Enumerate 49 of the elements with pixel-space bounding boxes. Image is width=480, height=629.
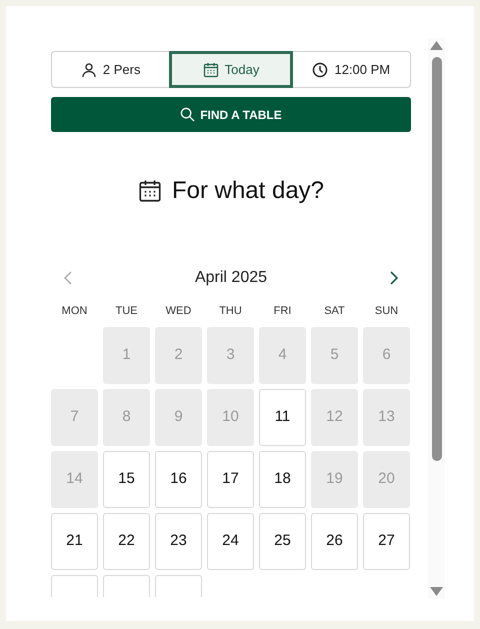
day-cell: 7 bbox=[51, 388, 98, 446]
day-cell: 9 bbox=[155, 388, 202, 446]
calendar-icon bbox=[202, 62, 219, 78]
day-cell[interactable]: 18 bbox=[259, 450, 306, 508]
day-cell: 12 bbox=[311, 388, 358, 446]
month-title: April 2025 bbox=[194, 268, 268, 288]
day-cell[interactable]: 17 bbox=[207, 450, 254, 508]
day-cell[interactable]: 25 bbox=[259, 512, 306, 570]
selector-tab[interactable]: Today bbox=[169, 51, 293, 88]
day-cell: 14 bbox=[51, 450, 98, 508]
scrollbar-thumb[interactable] bbox=[432, 57, 442, 461]
day-cell: 13 bbox=[363, 388, 410, 446]
calendar-icon bbox=[138, 179, 162, 203]
day-cell: 6 bbox=[363, 326, 410, 384]
person-icon bbox=[80, 62, 97, 78]
selector-tab[interactable]: 12:00 PM bbox=[292, 52, 410, 87]
day-cell: 10 bbox=[207, 388, 254, 446]
weekday-label: TUE bbox=[114, 304, 138, 319]
weekday-label: WED bbox=[164, 304, 192, 319]
weekday-label: MON bbox=[60, 304, 88, 319]
clock-icon bbox=[312, 62, 328, 78]
day-cell: 3 bbox=[207, 326, 254, 384]
day-cell[interactable]: 23 bbox=[155, 512, 202, 570]
day-cell[interactable]: 26 bbox=[311, 512, 358, 570]
day-cell[interactable]: 15 bbox=[103, 450, 150, 508]
search-icon bbox=[180, 107, 196, 122]
day-cell[interactable]: 22 bbox=[103, 512, 150, 570]
day-cell[interactable]: 21 bbox=[51, 512, 98, 570]
weekday-label: FRI bbox=[272, 304, 292, 319]
selector-tab[interactable]: 2 Pers bbox=[52, 52, 170, 87]
day-cell: 20 bbox=[363, 450, 410, 508]
day-cell[interactable]: 24 bbox=[207, 512, 254, 570]
heading: For what day? bbox=[172, 176, 324, 206]
day-cell: 5 bbox=[311, 326, 358, 384]
scroll-down-icon[interactable] bbox=[430, 587, 443, 596]
day-cell: 4 bbox=[259, 326, 306, 384]
day-cell[interactable]: 11 bbox=[259, 388, 306, 446]
day-cell: 8 bbox=[103, 388, 150, 446]
day-cell[interactable]: 27 bbox=[363, 512, 410, 570]
day-cell: 2 bbox=[155, 326, 202, 384]
scroll-up-icon[interactable] bbox=[430, 41, 443, 50]
weekday-label: SUN bbox=[374, 304, 400, 319]
weekday-label: SAT bbox=[323, 304, 346, 319]
weekday-label: THU bbox=[218, 304, 243, 319]
scrollbar[interactable] bbox=[428, 38, 445, 599]
find-table-button[interactable]: FIND A TABLE bbox=[51, 97, 411, 132]
day-cell: 1 bbox=[103, 326, 150, 384]
day-cell[interactable]: 16 bbox=[155, 450, 202, 508]
day-cell: 19 bbox=[311, 450, 358, 508]
